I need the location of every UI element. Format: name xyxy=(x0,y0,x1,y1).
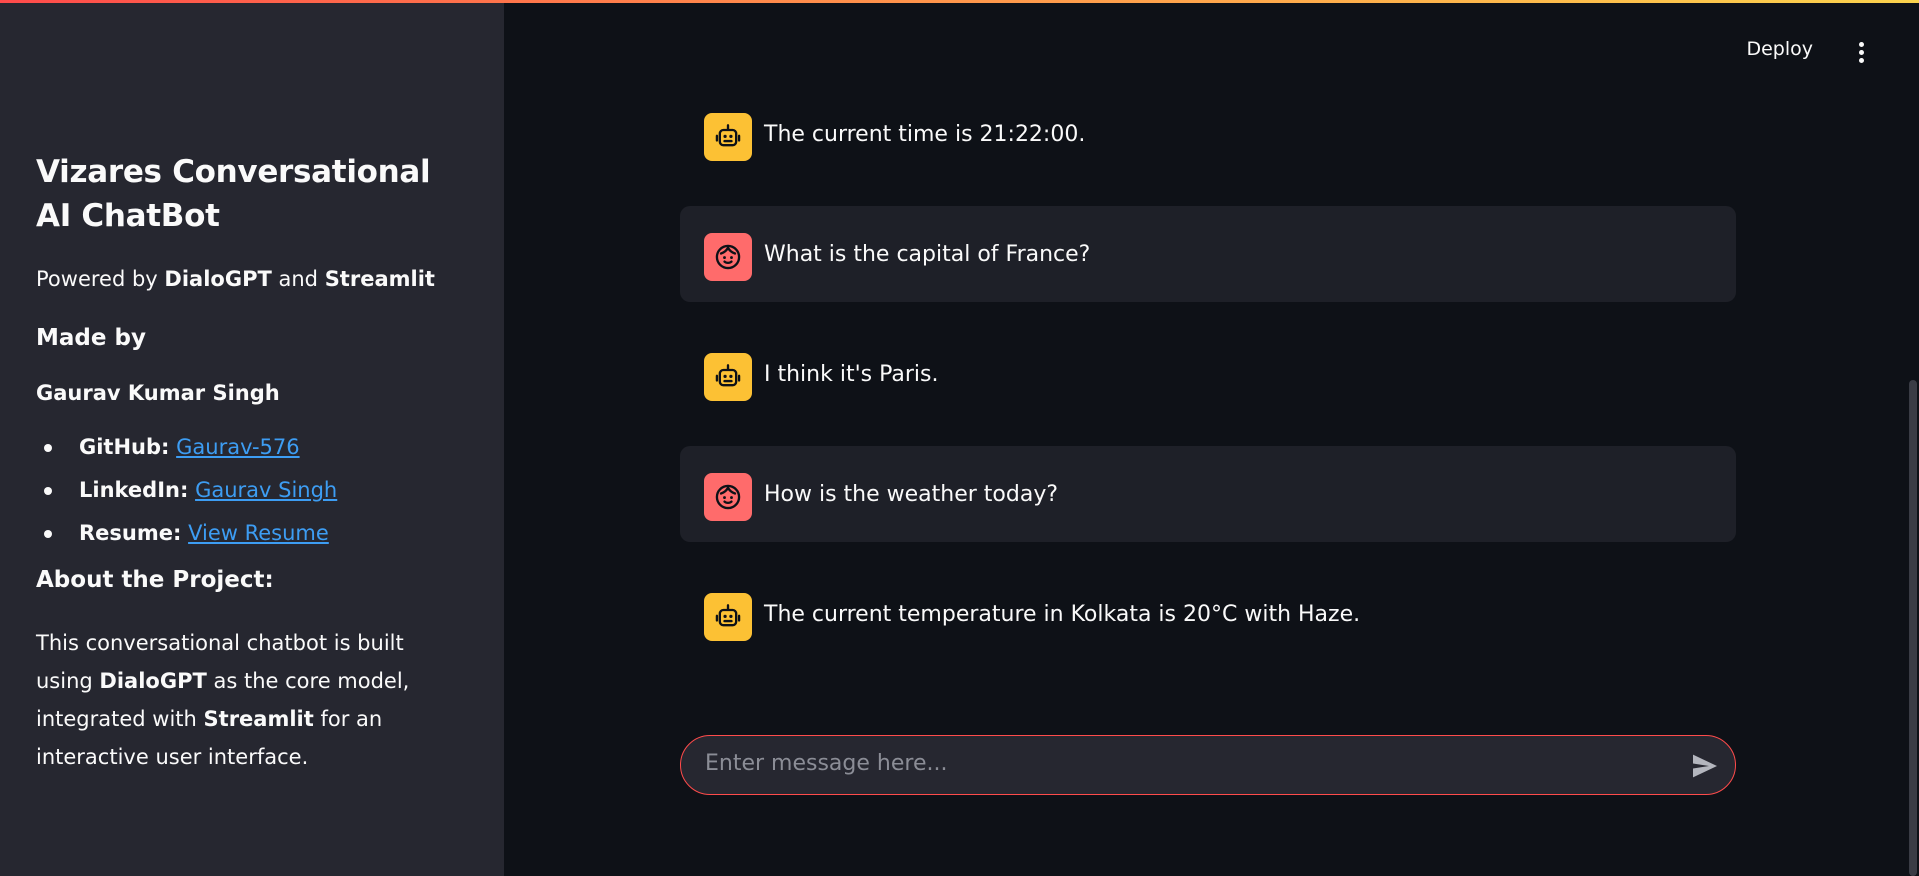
linkedin-link[interactable]: Gaurav Singh xyxy=(195,478,337,502)
chat-input-placeholder: Enter message here... xyxy=(705,751,948,776)
about-bold-1: DialoGPT xyxy=(99,669,207,693)
app-title: Vizares Conversational AI ChatBot xyxy=(36,154,431,234)
powered-prefix: Powered by xyxy=(36,267,158,291)
chat-message-user: What is the capital of France? xyxy=(680,206,1736,302)
message-text: I think it's Paris. xyxy=(764,362,939,387)
resume-label: Resume: xyxy=(79,521,182,545)
message-text: How is the weather today? xyxy=(764,482,1059,507)
robot-icon xyxy=(704,113,752,161)
powered-framework: Streamlit xyxy=(324,267,435,291)
message-text: The current temperature in Kolkata is 20… xyxy=(764,602,1361,627)
robot-icon xyxy=(704,353,752,401)
chat-message-assistant: I think it's Paris. xyxy=(680,326,1736,422)
chat-message-assistant: The current time is 21:22:00. xyxy=(680,86,1736,182)
resume-link[interactable]: View Resume xyxy=(188,521,329,545)
link-item-resume: Resume: View Resume xyxy=(36,518,468,548)
powered-model: DialoGPT xyxy=(164,267,272,291)
main-area: Deploy The current time is 21:22:00. Wha… xyxy=(504,0,1919,876)
github-label: GitHub: xyxy=(79,435,170,459)
deploy-button[interactable]: Deploy xyxy=(1746,38,1813,60)
chat-message-assistant: The current temperature in Kolkata is 20… xyxy=(680,566,1736,662)
send-icon[interactable] xyxy=(1689,750,1721,782)
chat-message-user: How is the weather today? xyxy=(680,446,1736,542)
message-text: The current time is 21:22:00. xyxy=(764,122,1086,147)
github-link[interactable]: Gaurav-576 xyxy=(176,435,299,459)
about-bold-2: Streamlit xyxy=(203,707,314,731)
face-icon xyxy=(704,473,752,521)
top-decoration-bar xyxy=(0,0,1919,3)
sidebar: Vizares Conversational AI ChatBot Powere… xyxy=(0,0,504,876)
linkedin-label: LinkedIn: xyxy=(79,478,189,502)
message-text: What is the capital of France? xyxy=(764,242,1091,267)
link-item-linkedin: LinkedIn: Gaurav Singh xyxy=(36,475,468,505)
made-by-heading: Made by xyxy=(36,325,146,351)
about-paragraph: This conversational chatbot is built usi… xyxy=(36,624,456,776)
scrollbar[interactable] xyxy=(1909,380,1917,876)
about-heading: About the Project: xyxy=(36,567,274,593)
powered-by-text: Powered by DialoGPT and Streamlit xyxy=(36,264,468,294)
robot-icon xyxy=(704,593,752,641)
chat-input[interactable]: Enter message here... xyxy=(680,735,1736,795)
author-name: Gaurav Kumar Singh xyxy=(36,381,280,405)
link-item-github: GitHub: Gaurav-576 xyxy=(36,432,468,462)
kebab-menu-icon[interactable] xyxy=(1855,42,1867,64)
powered-joiner: and xyxy=(278,267,318,291)
author-links-list: GitHub: Gaurav-576 LinkedIn: Gaurav Sing… xyxy=(36,432,468,548)
face-icon xyxy=(704,233,752,281)
